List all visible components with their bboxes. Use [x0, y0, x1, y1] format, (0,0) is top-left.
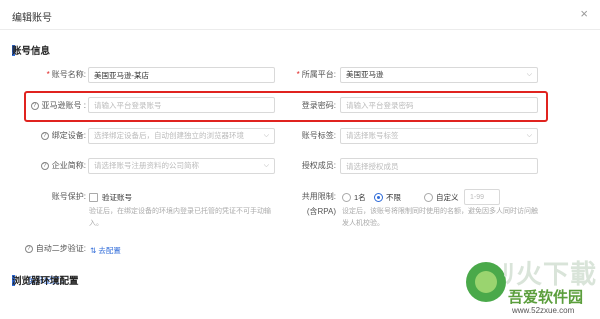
limit-option-custom-radio[interactable]: [424, 193, 433, 202]
account-protection-hint: 验证后，在绑定设备的环境内登录已托管的凭证不可手动输入。: [89, 208, 271, 227]
shared-limit-sublabel: (含RPA): [306, 207, 336, 216]
help-icon: ?: [40, 161, 49, 170]
verify-account-checkbox[interactable]: [89, 193, 98, 202]
amazon-account-label: ? 亚马逊账号 :: [26, 98, 86, 114]
platform-label: * 所属平台:: [296, 70, 336, 79]
account-tag-select[interactable]: 请选择账号标签 ⌵: [340, 128, 538, 144]
limit-option-custom-label: 自定义: [436, 193, 459, 202]
verify-account-label: 验证账号: [102, 193, 132, 202]
settings-icon: ⇅: [90, 246, 97, 255]
account-name-label: * 账号名称:: [46, 70, 86, 79]
login-password-label: 登录密码:: [301, 101, 336, 110]
company-label: ? 企业简称:: [30, 158, 86, 174]
dialog-titlebar: 编辑账号 ×: [0, 0, 600, 30]
account-protection-label: 账号保护:: [51, 192, 86, 201]
close-icon[interactable]: ×: [580, 6, 588, 22]
bind-device-select[interactable]: 选择绑定设备后，自动创建独立的浏览器环境 ⌵: [88, 128, 275, 144]
two-step-label: ? 自动二步验证:: [24, 241, 86, 257]
help-icon: ?: [40, 131, 49, 140]
custom-limit-input[interactable]: [464, 189, 500, 205]
watermark-site: 吾爱软件园: [508, 289, 584, 306]
chevron-down-icon: ⌵: [263, 162, 269, 169]
limit-option-unlimited-radio[interactable]: [374, 193, 383, 202]
chevron-down-icon: ⌵: [526, 132, 532, 139]
section-title: 账号信息: [12, 46, 51, 57]
login-password-input[interactable]: [340, 97, 538, 113]
company-select[interactable]: 请选择账号注册资料的公司简称 ⌵: [88, 158, 275, 174]
authorized-members-label: 授权成员:: [301, 161, 336, 170]
dialog-title: 编辑账号: [12, 13, 52, 24]
limit-option-1-label: 1名: [354, 193, 366, 202]
authorized-members-input[interactable]: [340, 158, 538, 174]
amazon-account-input[interactable]: [88, 97, 275, 113]
shared-limit-label: 共用限制:: [301, 192, 336, 201]
section-account-info: 账号信息: [12, 44, 50, 57]
bind-device-placeholder: 选择绑定设备后，自动创建独立的浏览器环境: [94, 131, 244, 140]
limit-option-1-radio[interactable]: [342, 193, 351, 202]
chevron-down-icon: ⌵: [526, 71, 532, 78]
help-icon: ?: [30, 101, 39, 110]
bind-device-label: ? 绑定设备:: [30, 128, 86, 144]
limit-option-unlimited-label: 不限: [386, 193, 401, 202]
section-title: 浏览器环境配置: [12, 276, 79, 287]
section-browser-env: 浏览器环境配置 展开配置⌵: [12, 274, 79, 287]
platform-value: 美国亚马逊: [346, 70, 384, 79]
help-icon: ?: [24, 244, 33, 253]
configure-two-step-link[interactable]: ⇅ 去配置: [90, 245, 121, 256]
shared-limit-hint: 设定后，该账号将限制同时使用的名额，避免因多人同时访问触发人机校验。: [342, 208, 538, 227]
account-tag-label: 账号标签:: [301, 131, 336, 140]
company-placeholder: 请选择账号注册资料的公司简称: [94, 161, 199, 170]
account-tag-placeholder: 请选择账号标签: [346, 131, 399, 140]
platform-select[interactable]: 美国亚马逊 ⌵: [340, 67, 538, 83]
watermark-url: www.52zxue.com: [512, 306, 575, 315]
chevron-down-icon: ⌵: [263, 132, 269, 139]
account-name-input[interactable]: [88, 67, 275, 83]
watermark-logo: [466, 262, 506, 302]
